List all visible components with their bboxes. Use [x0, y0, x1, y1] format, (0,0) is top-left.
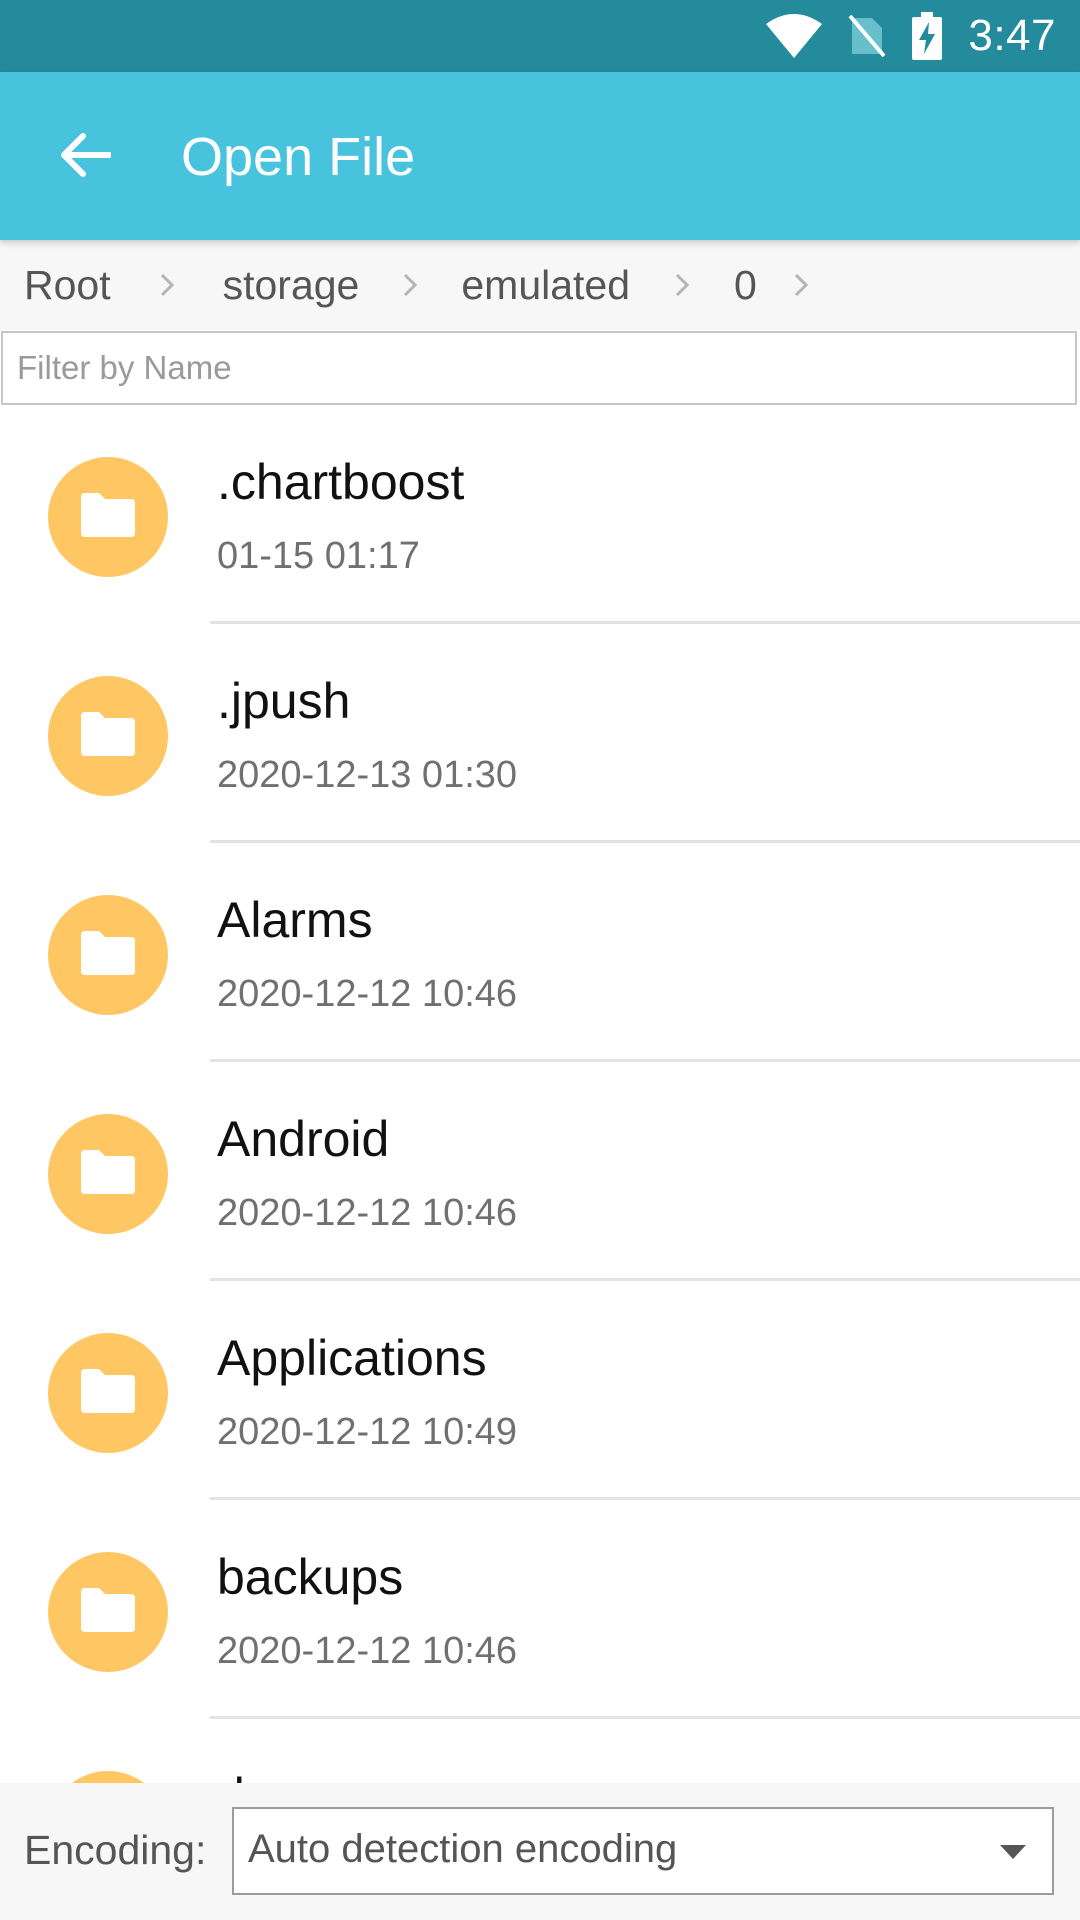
- status-time: 3:47: [968, 11, 1056, 60]
- breadcrumb-item-0[interactable]: 0: [734, 262, 757, 309]
- status-bar: 3:47: [0, 0, 1080, 72]
- back-button[interactable]: [40, 112, 130, 202]
- battery-charging-icon: [912, 12, 943, 60]
- file-row[interactable]: .jpush 2020-12-13 01:30: [0, 624, 1080, 843]
- folder-avatar: [48, 895, 168, 1015]
- encoding-bar: Encoding: Auto detection encoding: [0, 1783, 1080, 1920]
- file-date: 01-15 01:17: [217, 535, 420, 577]
- breadcrumb-item-emulated[interactable]: emulated: [461, 262, 630, 309]
- file-name: backups: [217, 1549, 404, 1605]
- file-name: Android: [217, 1111, 390, 1167]
- file-name: Alarms: [217, 892, 373, 948]
- file-name: .chartboost: [217, 454, 465, 510]
- file-date: 2020-12-13 01:30: [217, 754, 518, 796]
- file-row[interactable]: .chartboost 01-15 01:17: [0, 405, 1080, 624]
- encoding-value: Auto detection encoding: [248, 1827, 678, 1871]
- folder-icon: [81, 1368, 135, 1418]
- file-date: 2020-12-12 10:46: [217, 973, 518, 1015]
- status-icons: 3:47: [766, 0, 1056, 72]
- filter-field: [1, 331, 1077, 405]
- folder-avatar: [48, 1552, 168, 1672]
- folder-icon: [81, 711, 135, 761]
- file-row[interactable]: Alarms 2020-12-12 10:46: [0, 843, 1080, 1062]
- file-name: .jpush: [217, 673, 351, 729]
- folder-icon: [81, 930, 135, 980]
- file-row[interactable]: Applications 2020-12-12 10:49: [0, 1281, 1080, 1500]
- chevron-right-icon: [757, 272, 845, 298]
- encoding-select[interactable]: Auto detection encoding: [232, 1807, 1054, 1895]
- folder-icon: [81, 1149, 135, 1199]
- file-date: 2020-12-12 10:49: [217, 1411, 518, 1453]
- wifi-icon: [766, 14, 823, 58]
- encoding-label: Encoding:: [24, 1827, 207, 1873]
- folder-avatar: [48, 1333, 168, 1453]
- folder-avatar: [48, 457, 168, 577]
- no-sim-icon: [848, 14, 886, 58]
- triangle-down-icon: [1000, 1845, 1026, 1864]
- file-name: Applications: [217, 1330, 487, 1386]
- file-row[interactable]: backups 2020-12-12 10:46: [0, 1500, 1080, 1719]
- file-date: 2020-12-12 10:46: [217, 1192, 518, 1234]
- folder-icon: [81, 492, 135, 542]
- chevron-right-icon: [111, 272, 223, 298]
- folder-icon: [81, 1587, 135, 1637]
- folder-avatar: [48, 676, 168, 796]
- file-name: d: [217, 1767, 245, 1783]
- breadcrumb-item-root[interactable]: Root: [24, 262, 111, 309]
- file-row[interactable]: d: [0, 1719, 1080, 1783]
- chevron-right-icon: [630, 272, 734, 298]
- folder-avatar: [48, 1114, 168, 1234]
- filter-input[interactable]: [3, 333, 1075, 403]
- file-date: 2020-12-12 10:46: [217, 1630, 518, 1672]
- chevron-right-icon: [359, 272, 461, 298]
- file-row[interactable]: Android 2020-12-12 10:46: [0, 1062, 1080, 1281]
- breadcrumb: Root storage emulated 0: [0, 240, 1080, 330]
- breadcrumb-item-storage[interactable]: storage: [223, 262, 360, 309]
- file-list[interactable]: .chartboost 01-15 01:17 .jpush 2020-12-1…: [0, 405, 1080, 1783]
- folder-avatar: [48, 1771, 168, 1783]
- app-bar: Open File: [0, 72, 1080, 240]
- arrow-left-icon: [59, 132, 112, 183]
- page-title: Open File: [181, 127, 416, 187]
